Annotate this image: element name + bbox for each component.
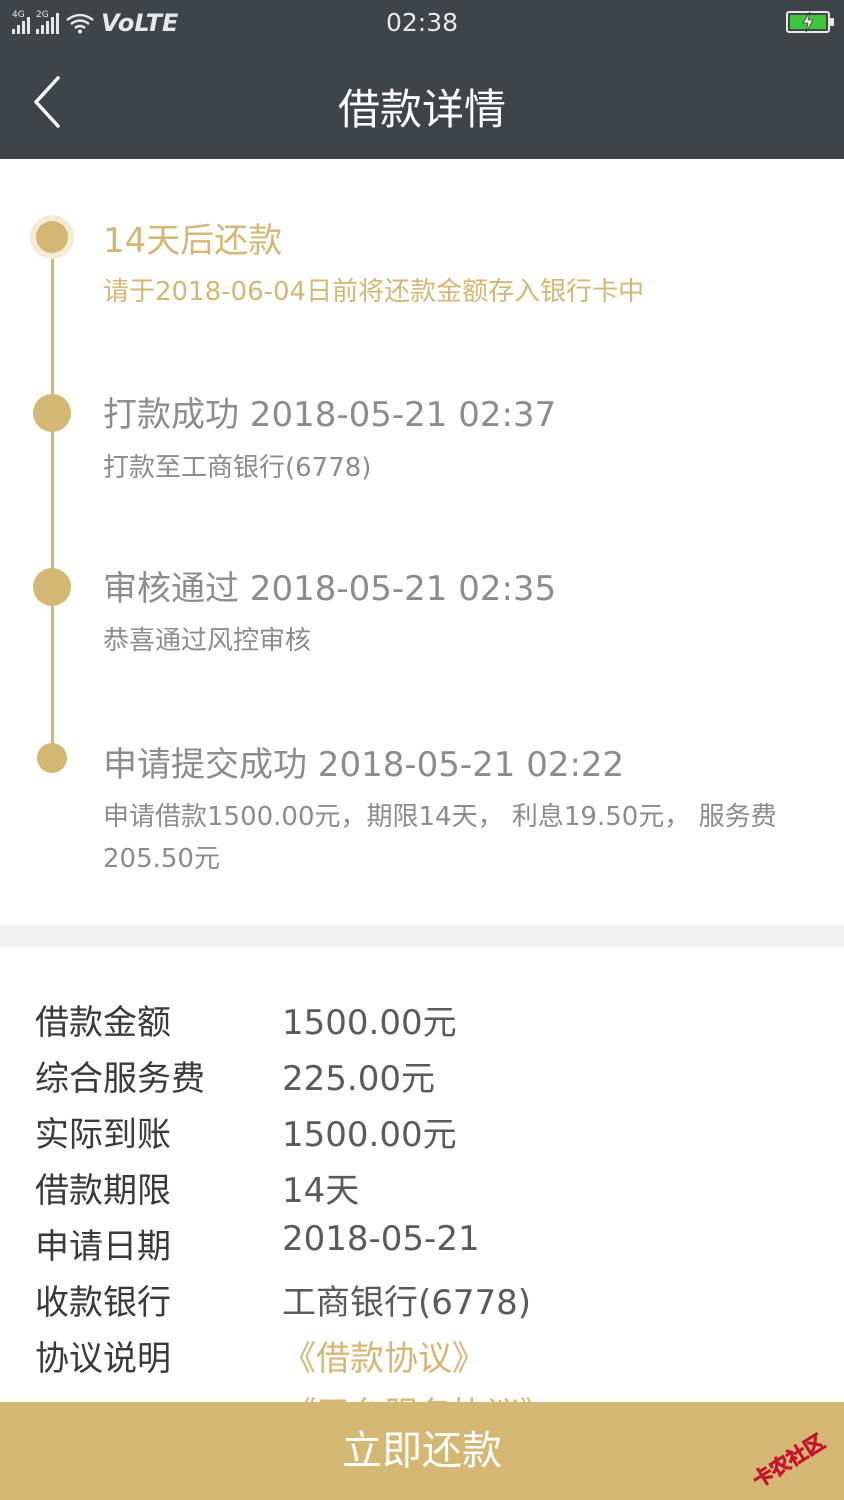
detail-label: 协议说明 bbox=[35, 1339, 171, 1379]
timeline-desc: 请于2018-06-04日前将还款金额存入银行卡中 bbox=[103, 277, 645, 307]
detail-label: 综合服务费 bbox=[35, 1059, 205, 1099]
detail-row-received: 实际到账 1500.00元 bbox=[0, 1107, 844, 1163]
detail-value: 1500.00元 bbox=[282, 1003, 457, 1043]
detail-label: 实际到账 bbox=[35, 1115, 171, 1155]
detail-value: 2018-05-21 bbox=[282, 1219, 480, 1259]
timeline-dot bbox=[33, 394, 71, 432]
battery-icon bbox=[786, 11, 834, 33]
detail-row-bank: 收款银行 工商银行(6778) bbox=[0, 1275, 844, 1331]
detail-value: 1500.00元 bbox=[282, 1115, 457, 1155]
detail-row-service-fee: 综合服务费 225.00元 bbox=[0, 1051, 844, 1107]
timeline-desc: 申请借款1500.00元，期限14天， 利息19.50元， 服务费205.50元 bbox=[103, 802, 777, 874]
timeline-title: 打款成功 2018-05-21 02:37 bbox=[103, 395, 557, 435]
status-bar: 4G 2G VoLTE 02:38 bbox=[0, 0, 844, 46]
detail-row-agreement: 协议说明 《借款协议》 bbox=[0, 1331, 844, 1387]
detail-value: 工商银行(6778) bbox=[282, 1283, 532, 1323]
status-time: 02:38 bbox=[385, 8, 459, 37]
repay-now-button[interactable]: 立即还款 bbox=[0, 1402, 844, 1500]
detail-row-term: 借款期限 14天 bbox=[0, 1163, 844, 1219]
timeline-line bbox=[51, 237, 54, 759]
detail-label: 申请日期 bbox=[35, 1227, 171, 1267]
loan-agreement-link[interactable]: 《借款协议》 bbox=[282, 1331, 486, 1380]
timeline-dot-current bbox=[36, 221, 68, 253]
detail-row-amount: 借款金额 1500.00元 bbox=[0, 995, 844, 1051]
timeline-title: 申请提交成功 2018-05-21 02:22 bbox=[103, 745, 625, 785]
watermark-logo: 卡农社区 bbox=[748, 1430, 829, 1490]
platform-agreement-link[interactable]: 《平台服务协议》 bbox=[282, 1387, 554, 1402]
svg-text:卡农社区: 卡农社区 bbox=[748, 1430, 829, 1490]
detail-row-apply-date: 申请日期 2018-05-21 bbox=[0, 1219, 844, 1275]
loan-details: 借款金额 1500.00元 综合服务费 225.00元 实际到账 1500.00… bbox=[0, 947, 844, 1402]
timeline-desc: 打款至工商银行(6778) bbox=[103, 453, 372, 483]
detail-label: 借款金额 bbox=[35, 1003, 171, 1043]
timeline-dot bbox=[37, 743, 67, 773]
detail-row-agreement-2: 《平台服务协议》 bbox=[0, 1387, 844, 1402]
timeline-title: 审核通过 2018-05-21 02:35 bbox=[103, 569, 557, 609]
detail-label: 借款期限 bbox=[35, 1171, 171, 1211]
detail-value: 14天 bbox=[282, 1171, 360, 1211]
loan-timeline: 14天后还款 请于2018-06-04日前将还款金额存入银行卡中 打款成功 20… bbox=[0, 159, 844, 925]
charging-bolt-icon bbox=[802, 11, 814, 33]
section-divider bbox=[0, 925, 844, 947]
detail-label: 收款银行 bbox=[35, 1283, 171, 1323]
timeline-desc: 恭喜通过风控审核 bbox=[103, 626, 312, 656]
timeline-dot bbox=[33, 568, 71, 606]
page-title: 借款详情 bbox=[337, 85, 506, 134]
timeline-title: 14天后还款 bbox=[103, 221, 283, 261]
detail-value: 225.00元 bbox=[282, 1059, 435, 1099]
nav-bar: 借款详情 bbox=[0, 46, 844, 159]
